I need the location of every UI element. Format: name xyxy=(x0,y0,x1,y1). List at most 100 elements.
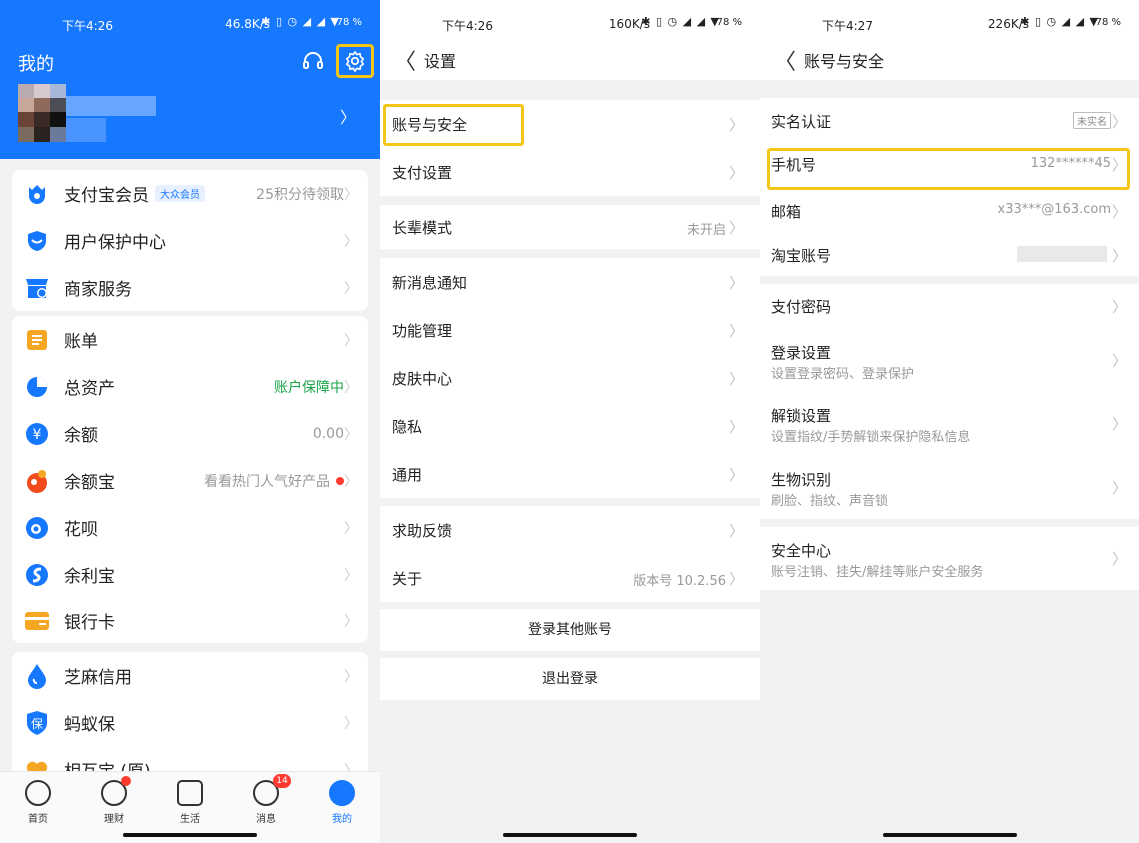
chevron-right-icon: 〉 xyxy=(728,466,744,484)
highlight-box xyxy=(383,104,524,146)
tab-label: 消息 xyxy=(256,814,276,825)
settings-group-general: 新消息通知 〉 功能管理 〉 皮肤中心 〉 隐私 〉 通用 〉 xyxy=(380,258,760,498)
status-bar: 下午4:26 160K/s ✱ ▯ ◷ ◢ ◢ ▼ 78 % xyxy=(380,0,760,36)
back-arrow-icon[interactable]: 〈 xyxy=(394,44,416,76)
chevron-right-icon[interactable]: 〉 xyxy=(340,104,356,128)
settings-item-general[interactable]: 通用 〉 xyxy=(380,450,760,498)
list-item-protection[interactable]: 用户保护中心 〉 xyxy=(12,217,368,264)
settings-group-help: 求助反馈 〉 关于 版本号 10.2.56 〉 xyxy=(380,506,760,602)
status-bar: 下午4:26 46.8K/s ✱ ▯ ◷ ◢ ◢ ▼ 78 % xyxy=(0,0,380,36)
settings-item-skins[interactable]: 皮肤中心 〉 xyxy=(380,354,760,402)
list-item-huabei[interactable]: 花呗 〉 xyxy=(12,504,368,551)
list-item-biometrics[interactable]: 生物识别 刷脸、指纹、声音锁 〉 xyxy=(760,456,1139,519)
status-time: 下午4:26 xyxy=(62,19,113,33)
tab-messages[interactable]: 14 消息 xyxy=(241,774,291,825)
list-item-value: 25积分待领取 xyxy=(256,186,344,203)
settings-item-payment[interactable]: 支付设置 〉 xyxy=(380,148,760,196)
settings-item-about[interactable]: 关于 版本号 10.2.56 〉 xyxy=(380,554,760,602)
list-item-member[interactable]: 支付宝会员 大众会员 25积分待领取 〉 xyxy=(12,170,368,217)
email-address: x33***@163.com xyxy=(997,202,1111,217)
list-item-sesame[interactable]: 芝麻信用 〉 xyxy=(12,652,368,699)
list-item-yuebao[interactable]: 余额宝 看看热门人气好产品 〉 xyxy=(12,457,368,504)
chevron-right-icon: 〉 xyxy=(344,715,358,732)
list-item-label: 支付密码 xyxy=(771,298,832,316)
settings-group-elder: 长辈模式 未开启 〉 xyxy=(380,205,760,249)
switch-account-button[interactable]: 登录其他账号 xyxy=(380,609,760,651)
list-item-label: 解锁设置 xyxy=(771,407,832,425)
settings-item-notifications[interactable]: 新消息通知 〉 xyxy=(380,258,760,306)
list-item-merchant[interactable]: 商家服务 〉 xyxy=(12,264,368,311)
list-item-login-settings[interactable]: 登录设置 设置登录密码、登录保护 〉 xyxy=(760,328,1139,392)
settings-item-features[interactable]: 功能管理 〉 xyxy=(380,306,760,354)
chevron-right-icon: 〉 xyxy=(728,322,744,340)
assets-card: 账单 〉 总资产 账户保障中 〉 ¥ 余额 0.00 〉 余额宝 看看热门人气好… xyxy=(12,316,368,643)
tab-home[interactable]: 首页 xyxy=(13,780,63,825)
settings-gear-icon[interactable] xyxy=(336,44,374,78)
chevron-right-icon: 〉 xyxy=(344,567,358,584)
list-item-ant-insurance[interactable]: 保 蚂蚁保 〉 xyxy=(12,699,368,746)
list-item-unlock-settings[interactable]: 解锁设置 设置指纹/手势解锁来保护隐私信息 〉 xyxy=(760,392,1139,456)
settings-item-privacy[interactable]: 隐私 〉 xyxy=(380,402,760,450)
list-item-label: 商家服务 xyxy=(64,280,132,300)
list-item-bank-card[interactable]: 银行卡 〉 xyxy=(12,597,368,644)
account-security-screen: 下午4:27 226K/s ✱ ▯ ◷ ◢ ◢ ▼ 78 % 〈 账号与安全 实… xyxy=(760,0,1139,843)
list-item-total-assets[interactable]: 总资产 账户保障中 〉 xyxy=(12,363,368,410)
home-indicator[interactable] xyxy=(123,833,257,837)
headset-icon[interactable] xyxy=(298,46,328,76)
settings-item-elder-mode[interactable]: 长辈模式 未开启 〉 xyxy=(380,203,760,251)
chevron-right-icon: 〉 xyxy=(728,164,744,182)
elder-mode-status: 未开启 xyxy=(686,223,726,238)
settings-item-feedback[interactable]: 求助反馈 〉 xyxy=(380,506,760,554)
list-item-pay-password[interactable]: 支付密码 〉 xyxy=(760,284,1139,328)
chevron-right-icon: 〉 xyxy=(728,116,744,134)
chevron-right-icon: 〉 xyxy=(1111,352,1127,370)
home-indicator[interactable] xyxy=(503,833,637,837)
tab-finance[interactable]: 理财 xyxy=(89,776,139,825)
page-title: 设置 xyxy=(424,52,457,71)
settings-item-label: 隐私 xyxy=(392,418,423,436)
list-item-security-center[interactable]: 安全中心 账号注销、挂失/解挂等账户安全服务 〉 xyxy=(760,527,1139,590)
list-item-value: 看看热门人气好产品 xyxy=(204,471,344,491)
settings-group-account: 账号与安全 〉 支付设置 〉 xyxy=(380,100,760,196)
life-icon xyxy=(177,780,203,806)
list-item-description: 设置指纹/手势解锁来保护隐私信息 xyxy=(771,430,971,445)
avatar[interactable] xyxy=(18,84,66,142)
list-item-real-name[interactable]: 实名认证 未实名 〉 xyxy=(760,98,1139,142)
list-item-label: 邮箱 xyxy=(771,203,802,221)
tab-life[interactable]: 生活 xyxy=(165,780,215,825)
back-arrow-icon[interactable]: 〈 xyxy=(774,44,796,76)
status-time: 下午4:26 xyxy=(442,19,493,33)
bao-icon: 保 xyxy=(24,710,50,736)
chevron-right-icon: 〉 xyxy=(344,520,358,537)
yuan-icon: ¥ xyxy=(24,421,50,447)
page-title: 账号与安全 xyxy=(804,52,885,71)
battery-level: 78 % xyxy=(716,17,742,28)
chevron-right-icon: 〉 xyxy=(1111,203,1127,221)
settings-screen: 下午4:26 160K/s ✱ ▯ ◷ ◢ ◢ ▼ 78 % 〈 设置 账号与安… xyxy=(380,0,760,843)
list-item-label: 芝麻信用 xyxy=(64,668,132,688)
tab-profile[interactable]: 我的 xyxy=(317,780,367,825)
home-indicator[interactable] xyxy=(882,833,1017,837)
chevron-right-icon: 〉 xyxy=(1111,479,1127,497)
chevron-right-icon: 〉 xyxy=(1111,298,1127,316)
list-item-email[interactable]: 邮箱 x33***@163.com 〉 xyxy=(760,188,1139,232)
list-item-taobao[interactable]: 淘宝账号 〉 xyxy=(760,232,1139,276)
list-item-label: 余利宝 xyxy=(64,567,115,587)
list-item-label: 用户保护中心 xyxy=(64,233,166,253)
chevron-right-icon: 〉 xyxy=(344,668,358,685)
chevron-right-icon: 〉 xyxy=(1111,415,1127,433)
security-center-group: 安全中心 账号注销、挂失/解挂等账户安全服务 〉 xyxy=(760,527,1139,590)
logout-button[interactable]: 退出登录 xyxy=(380,658,760,700)
settings-item-label: 功能管理 xyxy=(392,322,453,340)
list-item-bill[interactable]: 账单 〉 xyxy=(12,316,368,363)
svg-text:¥: ¥ xyxy=(33,427,42,443)
list-item-balance[interactable]: ¥ 余额 0.00 〉 xyxy=(12,410,368,457)
sesame-icon xyxy=(24,663,50,689)
bottom-tab-bar: 首页 理财 生活 14 消息 我的 xyxy=(0,771,380,843)
list-item-label: 安全中心 xyxy=(771,542,832,560)
battery-level: 78 % xyxy=(336,17,362,28)
settings-item-label: 支付设置 xyxy=(392,164,453,182)
profile-header: 下午4:26 46.8K/s ✱ ▯ ◷ ◢ ◢ ▼ 78 % 我的 〉 xyxy=(0,0,380,159)
tab-label: 生活 xyxy=(180,814,200,825)
list-item-yulibao[interactable]: 余利宝 〉 xyxy=(12,551,368,598)
